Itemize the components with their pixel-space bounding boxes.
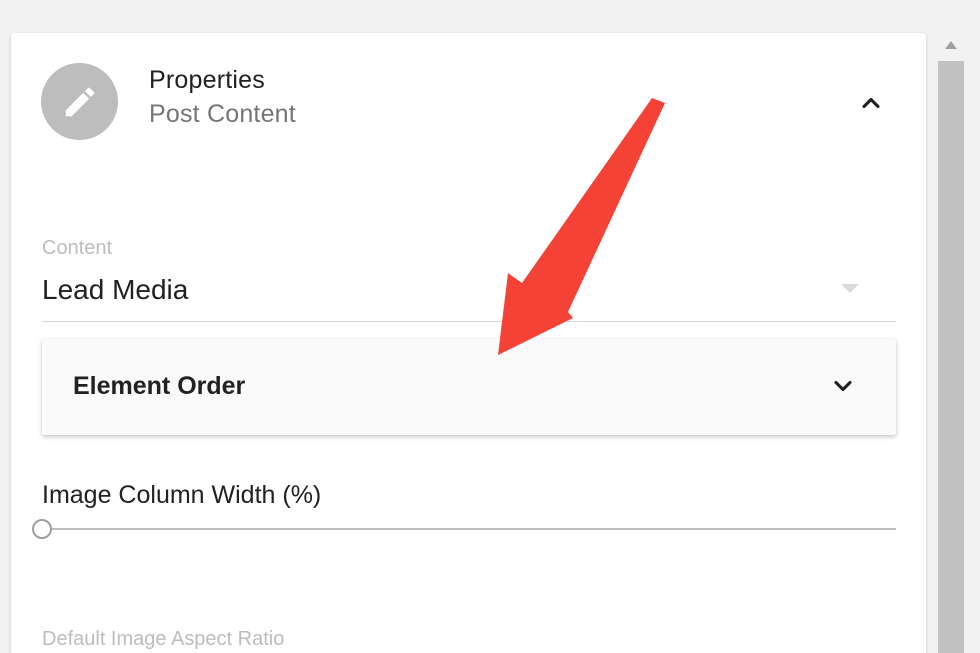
scroll-up-button[interactable] bbox=[938, 33, 964, 57]
page: Properties Post Content Content Lead Med… bbox=[0, 0, 980, 653]
collapse-panel-button[interactable] bbox=[853, 85, 889, 121]
scrollbar[interactable] bbox=[938, 33, 964, 653]
caret-down-icon[interactable] bbox=[838, 281, 862, 297]
element-order-title: Element Order bbox=[73, 372, 246, 400]
content-select-label: Content bbox=[42, 237, 113, 259]
aspect-ratio-label: Default Image Aspect Ratio bbox=[42, 628, 285, 650]
arrow-up-icon bbox=[945, 41, 957, 49]
element-order-accordion[interactable]: Element Order bbox=[42, 339, 896, 435]
properties-avatar bbox=[41, 63, 118, 140]
content-select-underline bbox=[42, 321, 896, 322]
content-select-value[interactable]: Lead Media bbox=[42, 274, 188, 306]
image-column-width-label: Image Column Width (%) bbox=[42, 481, 322, 509]
chevron-up-icon bbox=[862, 97, 880, 109]
pencil-icon bbox=[65, 87, 94, 116]
panel-title: Properties bbox=[149, 66, 265, 94]
properties-panel: Properties Post Content Content Lead Med… bbox=[11, 33, 926, 653]
image-column-width-slider-thumb[interactable] bbox=[32, 519, 52, 539]
image-column-width-track[interactable] bbox=[42, 528, 896, 530]
chevron-down-icon[interactable] bbox=[826, 369, 860, 403]
panel-subtitle: Post Content bbox=[149, 100, 296, 128]
scroll-thumb[interactable] bbox=[938, 61, 964, 653]
